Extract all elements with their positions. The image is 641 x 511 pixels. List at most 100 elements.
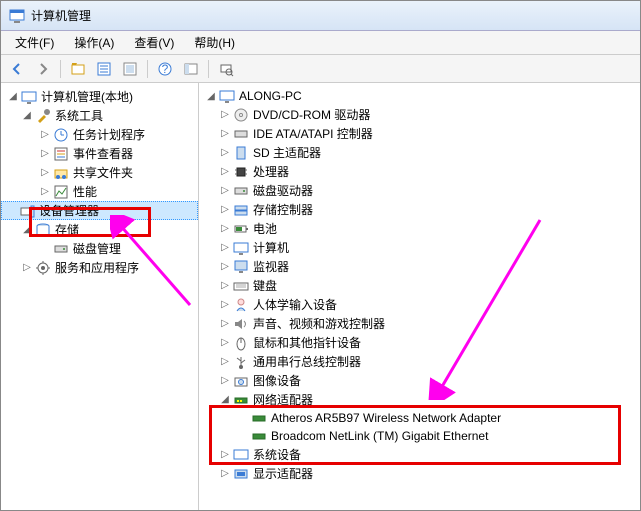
- tree-system-tools[interactable]: ◢ 系统工具: [1, 106, 198, 125]
- device-network[interactable]: ◢ 网络适配器: [199, 390, 640, 409]
- right-pane[interactable]: ◢ALONG-PC ▷DVD/CD-ROM 驱动器 ▷ IDE ATA/ATAPI…: [199, 83, 640, 510]
- menu-action[interactable]: 操作(A): [66, 32, 122, 53]
- device-hid[interactable]: ▷ 人体学输入设备: [199, 295, 640, 314]
- device-display[interactable]: ▷显示适配器: [199, 464, 640, 483]
- expander-icon[interactable]: ▷: [219, 204, 231, 216]
- device-sound[interactable]: ▷ 声音、视频和游戏控制器: [199, 314, 640, 333]
- expander-icon[interactable]: ▷: [219, 261, 231, 273]
- device-manager-icon: [19, 203, 35, 219]
- menu-help[interactable]: 帮助(H): [186, 32, 243, 53]
- tree-task-scheduler[interactable]: ▷ 任务计划程序: [1, 125, 198, 144]
- device-diskdrive[interactable]: ▷磁盘驱动器: [199, 181, 640, 200]
- titlebar: 计算机管理: [1, 1, 640, 31]
- expander-icon[interactable]: ▷: [219, 375, 231, 387]
- svg-text:?: ?: [162, 62, 169, 76]
- tree-shared-folders[interactable]: ▷ 共享文件夹: [1, 163, 198, 182]
- performance-icon: [53, 184, 69, 200]
- show-hide-button[interactable]: [179, 58, 203, 80]
- back-button[interactable]: [5, 58, 29, 80]
- expander-icon[interactable]: ▷: [219, 185, 231, 197]
- device-imaging[interactable]: ▷图像设备: [199, 371, 640, 390]
- expander-icon[interactable]: ▷: [219, 128, 231, 140]
- device-cpu[interactable]: ▷ 处理器: [199, 162, 640, 181]
- storage-icon: [35, 222, 51, 238]
- device-net-adapter-1[interactable]: ▷Atheros AR5B97 Wireless Network Adapter: [199, 409, 640, 427]
- expander-icon[interactable]: ◢: [219, 394, 231, 406]
- device-mouse[interactable]: ▷ 鼠标和其他指针设备: [199, 333, 640, 352]
- device-storage-ctrl[interactable]: ▷ 存储控制器: [199, 200, 640, 219]
- device-usb[interactable]: ▷通用串行总线控制器: [199, 352, 640, 371]
- expander-icon[interactable]: ◢: [205, 90, 217, 102]
- expander-icon[interactable]: ▷: [219, 166, 231, 178]
- tree-label: 鼠标和其他指针设备: [253, 334, 361, 351]
- expander-icon[interactable]: ▷: [219, 280, 231, 292]
- left-tree: ◢ 计算机管理(本地) ◢ 系统工具 ▷ 任务计划程序 ▷ 事件: [1, 87, 198, 277]
- expander-icon[interactable]: ▷: [219, 223, 231, 235]
- expander-icon[interactable]: ▷: [219, 242, 231, 254]
- device-net-adapter-2[interactable]: ▷Broadcom NetLink (TM) Gigabit Ethernet: [199, 427, 640, 445]
- expander-icon[interactable]: ▷: [39, 186, 51, 198]
- expander-icon[interactable]: ▷: [219, 109, 231, 121]
- tree-disk-mgmt[interactable]: ▷ 磁盘管理: [1, 239, 198, 258]
- device-root[interactable]: ◢ALONG-PC: [199, 87, 640, 105]
- tree-event-viewer[interactable]: ▷ 事件查看器: [1, 144, 198, 163]
- expander-icon[interactable]: ▷: [39, 167, 51, 179]
- tree-label: IDE ATA/ATAPI 控制器: [253, 125, 373, 142]
- services-icon: [35, 260, 51, 276]
- forward-button[interactable]: [31, 58, 55, 80]
- tree-label: 系统工具: [55, 107, 103, 124]
- refresh-button[interactable]: [118, 58, 142, 80]
- menu-file[interactable]: 文件(F): [7, 32, 62, 53]
- tree-root-computer-mgmt[interactable]: ◢ 计算机管理(本地): [1, 87, 198, 106]
- content-area: ◢ 计算机管理(本地) ◢ 系统工具 ▷ 任务计划程序 ▷ 事件: [1, 83, 640, 510]
- tree-label: 磁盘管理: [73, 240, 121, 257]
- expander-icon[interactable]: ▷: [219, 318, 231, 330]
- device-ide[interactable]: ▷ IDE ATA/ATAPI 控制器: [199, 124, 640, 143]
- tree-label: 声音、视频和游戏控制器: [253, 315, 385, 332]
- tree-label: 人体学输入设备: [253, 296, 337, 313]
- expander-icon[interactable]: ◢: [21, 110, 33, 122]
- tree-performance[interactable]: ▷ 性能: [1, 182, 198, 201]
- menubar: 文件(F) 操作(A) 查看(V) 帮助(H): [1, 31, 640, 55]
- expander-icon[interactable]: ▷: [39, 148, 51, 160]
- up-button[interactable]: [66, 58, 90, 80]
- expander-icon[interactable]: ▷: [219, 356, 231, 368]
- storage-ctrl-icon: [233, 202, 249, 218]
- monitor-icon: [233, 259, 249, 275]
- device-keyboard[interactable]: ▷键盘: [199, 276, 640, 295]
- expander-icon[interactable]: ◢: [7, 91, 19, 103]
- expander-icon[interactable]: ◢: [21, 224, 33, 236]
- device-sysdevices[interactable]: ▷系统设备: [199, 445, 640, 464]
- expander-icon[interactable]: ▷: [219, 147, 231, 159]
- help-button[interactable]: ?: [153, 58, 177, 80]
- ide-icon: [233, 126, 249, 142]
- expander-icon[interactable]: ▷: [219, 449, 231, 461]
- properties-button[interactable]: [92, 58, 116, 80]
- expander-icon[interactable]: ▷: [219, 299, 231, 311]
- expander-icon[interactable]: ▷: [21, 262, 33, 274]
- scan-button[interactable]: [214, 58, 238, 80]
- tree-storage[interactable]: ◢ 存储: [1, 220, 198, 239]
- device-sd[interactable]: ▷SD 主适配器: [199, 143, 640, 162]
- menu-view[interactable]: 查看(V): [126, 32, 182, 53]
- device-monitor[interactable]: ▷监视器: [199, 257, 640, 276]
- left-pane[interactable]: ◢ 计算机管理(本地) ◢ 系统工具 ▷ 任务计划程序 ▷ 事件: [1, 83, 199, 510]
- disk-icon: [53, 241, 69, 257]
- device-tree: ◢ALONG-PC ▷DVD/CD-ROM 驱动器 ▷ IDE ATA/ATAPI…: [199, 87, 640, 483]
- expander-icon[interactable]: ▷: [219, 337, 231, 349]
- expander-icon[interactable]: ▷: [219, 468, 231, 480]
- tree-label: Broadcom NetLink (TM) Gigabit Ethernet: [271, 429, 488, 443]
- battery-icon: [233, 221, 249, 237]
- tree-label: 网络适配器: [253, 391, 313, 408]
- device-computer[interactable]: ▷计算机: [199, 238, 640, 257]
- tree-device-manager[interactable]: ▷ 设备管理器: [1, 201, 198, 220]
- device-battery[interactable]: ▷电池: [199, 219, 640, 238]
- tree-label: 存储控制器: [253, 201, 313, 218]
- display-adapter-icon: [233, 466, 249, 482]
- expander-icon[interactable]: ▷: [39, 129, 51, 141]
- tree-services-apps[interactable]: ▷ 服务和应用程序: [1, 258, 198, 277]
- keyboard-icon: [233, 278, 249, 294]
- mouse-icon: [233, 335, 249, 351]
- device-dvd[interactable]: ▷DVD/CD-ROM 驱动器: [199, 105, 640, 124]
- tree-label: 处理器: [253, 163, 289, 180]
